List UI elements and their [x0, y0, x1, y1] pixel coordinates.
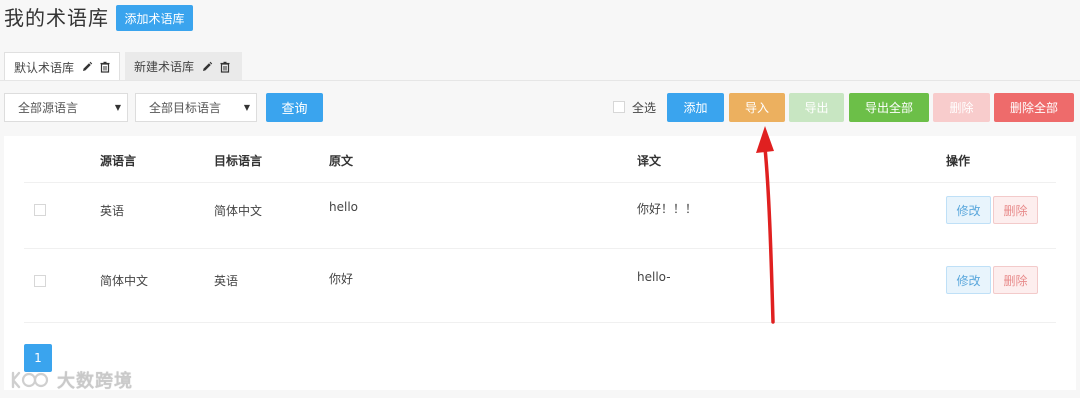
header-actions: 操作 [946, 154, 971, 168]
header-target-language: 目标语言 [214, 154, 263, 168]
select-all-checkbox[interactable] [613, 101, 625, 113]
row-checkbox[interactable] [34, 275, 46, 287]
query-button[interactable]: 查询 [266, 93, 323, 122]
watermark-logo-icon [11, 371, 49, 389]
caret-down-icon: ▼ [243, 103, 250, 112]
add-term-button[interactable]: 添加 [667, 93, 724, 122]
export-all-button[interactable]: 导出全部 [849, 93, 929, 122]
page-title: 我的术语库 [4, 6, 109, 30]
table-row: 英语 简体中文 hello 你好！！！ 修改 删除 [4, 184, 1076, 244]
row-divider [24, 322, 1056, 323]
header-translation: 译文 [637, 154, 662, 168]
select-all-label: 全选 [632, 101, 657, 115]
export-button[interactable]: 导出 [789, 93, 844, 122]
pencil-icon[interactable] [201, 61, 213, 73]
source-language-value: 全部源语言 [18, 101, 79, 115]
delete-button[interactable]: 删除 [933, 93, 990, 122]
target-language-select[interactable]: 全部目标语言 ▼ [135, 93, 257, 122]
tab-label: 新建术语库 [134, 60, 195, 74]
pencil-icon[interactable] [81, 61, 93, 73]
trash-icon[interactable] [219, 61, 231, 73]
cell-original: 你好 [329, 272, 354, 286]
cell-translation: 你好！！！ [637, 202, 698, 216]
target-language-value: 全部目标语言 [149, 101, 222, 115]
caret-down-icon: ▼ [114, 103, 121, 112]
row-divider [24, 182, 1056, 183]
tabs-divider [0, 80, 1080, 81]
row-divider [24, 248, 1056, 249]
edit-button[interactable]: 修改 [946, 196, 991, 224]
header-original: 原文 [329, 154, 354, 168]
cell-target-language: 英语 [214, 274, 239, 288]
edit-button[interactable]: 修改 [946, 266, 991, 294]
tab-label: 默认术语库 [14, 60, 75, 75]
row-delete-button[interactable]: 删除 [993, 266, 1038, 294]
watermark-text: 大数跨境 [57, 371, 133, 392]
source-language-select[interactable]: 全部源语言 ▼ [4, 93, 128, 122]
cell-original: hello [329, 200, 358, 214]
tab-default-library[interactable]: 默认术语库 [4, 52, 120, 81]
table-row: 简体中文 英语 你好 hello- 修改 删除 [4, 254, 1076, 314]
cell-translation: hello- [637, 270, 671, 284]
row-delete-button[interactable]: 删除 [993, 196, 1038, 224]
tab-new-library[interactable]: 新建术语库 [125, 52, 242, 81]
header-source-language: 源语言 [100, 154, 137, 168]
watermark: 大数跨境 [9, 367, 133, 393]
cell-source-language: 简体中文 [100, 274, 149, 288]
cell-target-language: 简体中文 [214, 204, 263, 218]
terms-table: 源语言 目标语言 原文 译文 操作 英语 简体中文 hello 你好！！！ 修改… [4, 136, 1076, 390]
import-button[interactable]: 导入 [729, 93, 785, 122]
row-checkbox[interactable] [34, 204, 46, 216]
cell-source-language: 英语 [100, 204, 125, 218]
trash-icon[interactable] [99, 61, 111, 73]
add-library-button[interactable]: 添加术语库 [116, 5, 193, 31]
delete-all-button[interactable]: 删除全部 [994, 93, 1074, 122]
